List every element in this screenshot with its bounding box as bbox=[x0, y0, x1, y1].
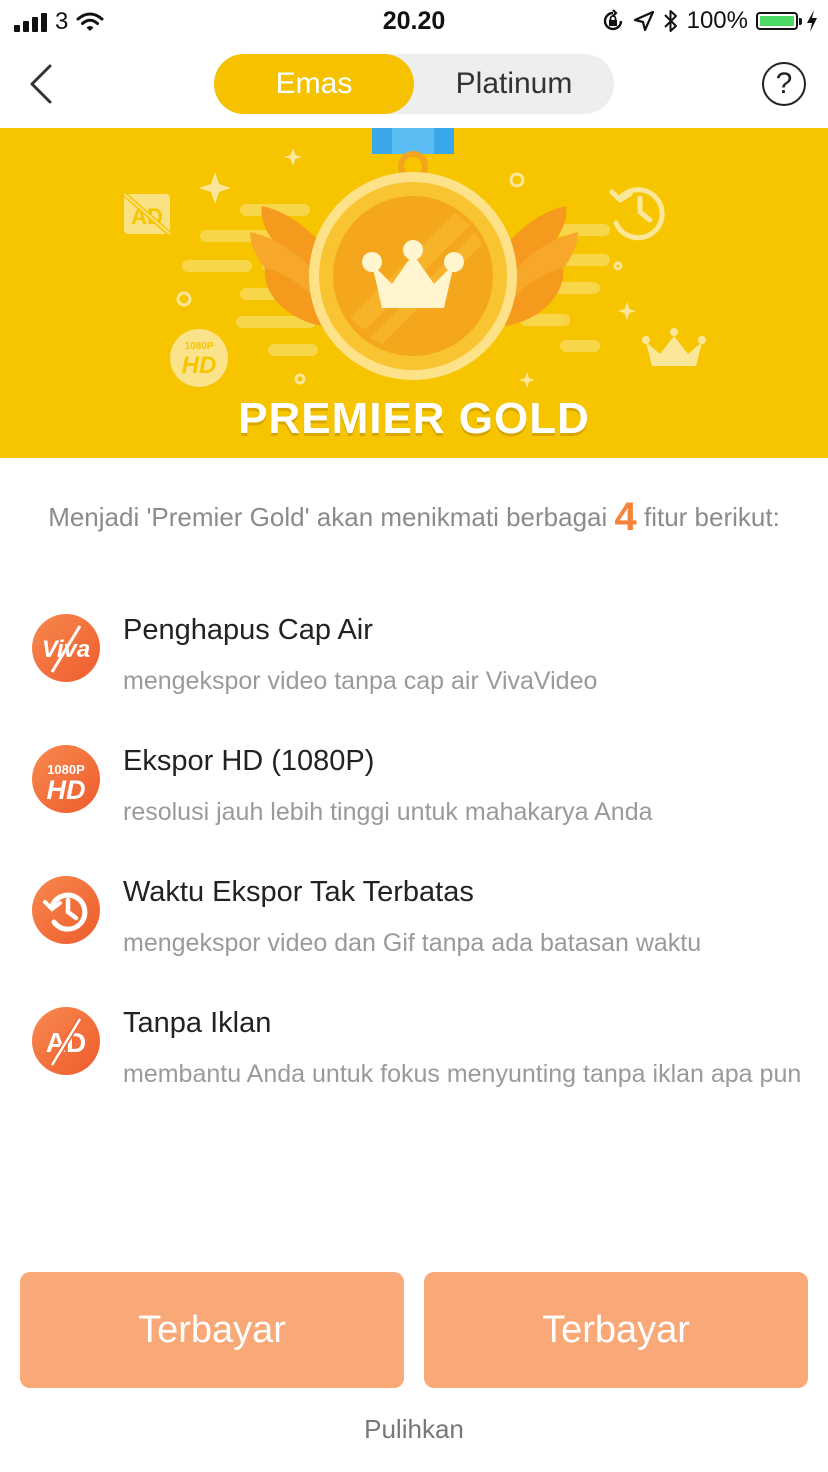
premier-gold-banner: AD 1080P HD bbox=[0, 128, 828, 458]
status-bar: 3 20.20 100% bbox=[0, 0, 828, 40]
sparkle-icon bbox=[199, 172, 231, 204]
intro-text: Menjadi 'Premier Gold' akan menikmati be… bbox=[40, 495, 788, 539]
sparkle-icon bbox=[519, 372, 535, 388]
feature-desc: mengekspor video tanpa cap air VivaVideo bbox=[123, 667, 598, 695]
feature-desc: membantu Anda untuk fokus menyunting tan… bbox=[123, 1060, 802, 1088]
no-ads-icon: AD bbox=[32, 1007, 100, 1075]
chevron-left-icon bbox=[30, 64, 52, 104]
battery-fill bbox=[760, 16, 794, 26]
viva-watermark-remove-icon: Viva bbox=[32, 614, 100, 682]
feature-title: Penghapus Cap Air bbox=[123, 614, 373, 646]
feature-desc: mengekspor video dan Gif tanpa ada batas… bbox=[123, 929, 702, 957]
feature-desc: resolusi jauh lebih tinggi untuk mahakar… bbox=[123, 798, 653, 826]
crown-deco-icon bbox=[642, 328, 706, 366]
feature-title: Waktu Ekspor Tak Terbatas bbox=[123, 876, 474, 908]
battery-percent: 100% bbox=[686, 7, 748, 34]
tab-emas[interactable]: Emas bbox=[214, 54, 414, 114]
sparkle-icon bbox=[618, 302, 636, 320]
gold-medal-icon bbox=[309, 172, 517, 380]
feature-title: Ekspor HD (1080P) bbox=[123, 745, 375, 777]
location-arrow-icon bbox=[633, 10, 654, 32]
purchase-buttons: Terbayar Terbayar bbox=[20, 1272, 808, 1388]
nav-bar: Emas Platinum ? bbox=[0, 52, 828, 118]
back-button[interactable] bbox=[24, 62, 64, 106]
orientation-lock-icon bbox=[603, 9, 622, 31]
feature-icon-text: HD bbox=[47, 775, 86, 805]
battery-icon bbox=[756, 12, 802, 30]
pay-button-right[interactable]: Terbayar bbox=[424, 1272, 808, 1388]
hd-deco-icon: 1080P HD bbox=[170, 329, 228, 387]
svg-text:1080P: 1080P bbox=[185, 341, 214, 352]
feature-title: Tanpa Iklan bbox=[123, 1007, 272, 1039]
no-ads-deco-icon: AD bbox=[120, 190, 174, 238]
help-button[interactable]: ? bbox=[762, 62, 806, 106]
hd-1080p-icon: 1080P HD bbox=[32, 745, 100, 813]
charging-bolt-icon bbox=[807, 10, 817, 32]
feature-count: 4 bbox=[614, 495, 637, 539]
help-icon: ? bbox=[775, 67, 793, 100]
sparkle-icon bbox=[284, 148, 302, 166]
restore-link[interactable]: Pulihkan bbox=[0, 1414, 828, 1445]
tab-platinum[interactable]: Platinum bbox=[414, 54, 614, 114]
plan-segmented-control: Emas Platinum bbox=[214, 54, 614, 114]
pay-button-left[interactable]: Terbayar bbox=[20, 1272, 404, 1388]
history-deco-icon bbox=[609, 187, 665, 241]
intro-after: fitur berikut: bbox=[643, 502, 780, 532]
history-clock-icon bbox=[32, 876, 100, 944]
banner-title: PREMIER GOLD bbox=[238, 394, 590, 443]
bluetooth-icon bbox=[663, 10, 677, 32]
status-right: 100% bbox=[601, 7, 818, 35]
svg-text:HD: HD bbox=[182, 352, 217, 379]
intro-before: Menjadi 'Premier Gold' akan menikmati be… bbox=[48, 502, 608, 532]
